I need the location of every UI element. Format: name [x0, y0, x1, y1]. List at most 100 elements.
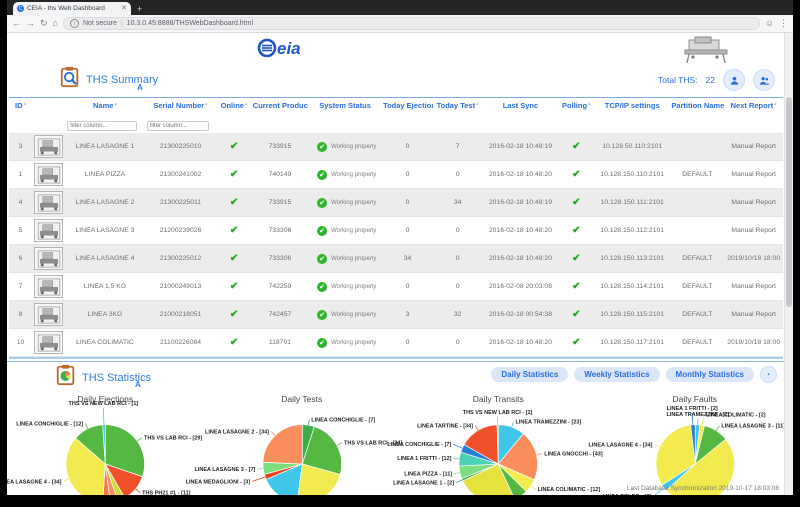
pie-label: THS VS LAB RCI - [29] — [144, 436, 203, 442]
status-ok-icon: ✔ — [317, 198, 327, 208]
sort-caret-icon[interactable]: ▴ — [774, 101, 777, 107]
pie-chart-daily-transits: Daily Transits LINEA TRAMEZZINI - [23]LI… — [400, 394, 597, 495]
col-polling[interactable]: Polling▴ — [559, 98, 594, 114]
browser-tab[interactable]: C CEIA - ths Web Dashboard ✕ — [13, 2, 131, 15]
ths-row[interactable]: 1LINEA PIZZA21300241002✔740149✔Working p… — [9, 161, 783, 189]
online-check-icon: ✔ — [230, 225, 238, 236]
cell-current-product: 742259 — [252, 273, 308, 301]
col-serial-number[interactable]: Serial Number▴ — [145, 98, 217, 114]
cell-today-test: 7 — [433, 133, 482, 161]
cell-next-report: 2019/10/18 18:00 — [724, 245, 783, 273]
col-next-report[interactable]: Next Report▴ — [724, 98, 783, 114]
cell-serial: 21300225012 — [145, 245, 217, 273]
person-icon — [729, 75, 740, 86]
chart-settings-button[interactable]: ▪ — [760, 366, 777, 383]
header-action-button-2[interactable] — [753, 69, 775, 91]
online-check-icon: ✔ — [230, 253, 238, 264]
cell-today-test: 0 — [433, 161, 482, 189]
pie-chart-daily-faults: Daily Faults LINEA TRAMEZZINI - [2]LINEA… — [597, 394, 794, 495]
col-current-product[interactable]: Current Product▴ — [252, 98, 308, 114]
tab-close-icon[interactable]: ✕ — [121, 5, 127, 12]
cell-photo — [32, 189, 65, 217]
pie-label: LINEA PIZZA - [11] — [404, 472, 452, 478]
cell-id: 4 — [9, 189, 32, 217]
cell-current-product: 733306 — [252, 245, 308, 273]
sort-caret-icon[interactable]: ▴ — [476, 101, 479, 107]
polling-check-icon: ✔ — [572, 253, 580, 264]
sort-caret-icon[interactable]: ▴ — [24, 101, 27, 107]
cell-partition: DEFAULT — [670, 273, 724, 301]
cell-current-product: 733915 — [252, 133, 308, 161]
sort-caret-icon[interactable]: ▴ — [114, 101, 117, 107]
cell-system-status: ✔Working properly — [308, 301, 382, 329]
col-today-test[interactable]: Today Test▴ — [433, 98, 482, 114]
profile-icon[interactable]: ☺ — [765, 19, 774, 28]
cell-name: LINEA LASAGNE 3 — [65, 217, 144, 245]
cell-partition — [670, 133, 724, 161]
label-leader-line — [85, 423, 88, 428]
browser-window: C CEIA - ths Web Dashboard ✕ + ← → ↻ ⌂ i… — [7, 0, 793, 495]
menu-dots-icon[interactable]: ⋮ — [779, 19, 788, 28]
ths-summary-title: THS Summary — [86, 74, 158, 86]
site-info-icon[interactable]: i — [70, 19, 79, 28]
machine-photo — [34, 163, 63, 186]
new-tab-button[interactable]: + — [137, 3, 142, 15]
cell-system-status: ✔Working properly — [308, 217, 382, 245]
statistics-sort-indicator[interactable]: A — [135, 380, 141, 389]
home-icon[interactable]: ⌂ — [53, 19, 58, 28]
pie-label: LINEA TARTINE - [34] — [417, 423, 473, 429]
label-leader-line — [63, 479, 68, 481]
cell-photo — [32, 161, 65, 189]
chart-title: Daily Tests — [204, 394, 401, 404]
page-scrollbar[interactable] — [784, 33, 793, 495]
cell-next-report: Manual Report — [724, 189, 783, 217]
machine-photo — [34, 219, 63, 242]
cell-photo — [32, 301, 65, 329]
pie-label: LINEA POLPO - [3] — [602, 494, 651, 495]
col-last-sync[interactable]: Last Sync — [482, 98, 558, 114]
cell-online: ✔ — [216, 273, 251, 301]
label-leader-line — [454, 472, 460, 473]
sort-caret-icon[interactable]: ▴ — [588, 101, 591, 107]
col-online[interactable]: Online▴ — [216, 98, 251, 114]
back-icon[interactable]: ← — [12, 19, 21, 28]
cell-last-sync: 2016-02-18 10:48:19 — [482, 189, 558, 217]
col-partition-name[interactable]: Partition Name▴ — [670, 98, 724, 114]
header-action-button-1[interactable] — [723, 69, 745, 91]
pie-label: LINEA LASAGNE 3 - [11] — [721, 424, 785, 430]
col-tcp-ip-settings[interactable]: TCP/IP settings — [594, 98, 670, 114]
weekly-statistics-button[interactable]: Weekly Statistics — [574, 367, 659, 382]
col-name[interactable]: Name▴ — [65, 98, 144, 114]
ths-row[interactable]: 5LINEA LASAGNE 321200239026✔733306✔Worki… — [9, 217, 783, 245]
ths-row[interactable]: 6LINEA LASAGNE 421300225012✔733306✔Worki… — [9, 245, 783, 273]
col-id[interactable]: ID▴ — [9, 98, 32, 114]
scrollbar-thumb[interactable] — [786, 97, 792, 307]
daily-statistics-button[interactable]: Daily Statistics — [491, 367, 568, 382]
cell-id: 5 — [9, 217, 32, 245]
svg-text:eia: eia — [277, 39, 301, 58]
ths-row[interactable]: 7LINEA 1,5 KG21000249013✔742259✔Working … — [9, 273, 783, 301]
monthly-statistics-button[interactable]: Monthly Statistics — [666, 367, 754, 382]
cell-serial: 21300225010 — [145, 133, 217, 161]
summary-sort-indicator[interactable]: A — [137, 83, 143, 92]
serial-filter-input[interactable] — [147, 121, 209, 131]
ths-row[interactable]: 8LINEA 3KG21000218051✔742457✔Working pro… — [9, 301, 783, 329]
reload-icon[interactable]: ↻ — [40, 19, 48, 28]
name-filter-input[interactable] — [67, 121, 136, 131]
forward-icon[interactable]: → — [26, 19, 35, 28]
status-ok-icon: ✔ — [317, 338, 327, 348]
url-text: 10.3.0.45:8888/THSWebDashboard.html — [127, 20, 253, 27]
cell-today-ejection: 0 — [382, 133, 433, 161]
cell-current-product: 733306 — [252, 217, 308, 245]
cell-polling: ✔ — [559, 217, 594, 245]
ths-row[interactable]: 4LINEA LASAGNE 221300225011✔733915✔Worki… — [9, 189, 783, 217]
ths-row[interactable]: 3LINEA LASAGNE 121300225010✔733915✔Worki… — [9, 133, 783, 161]
sort-caret-icon[interactable]: ▴ — [205, 101, 208, 107]
sort-caret-icon[interactable]: ▴ — [245, 101, 248, 107]
address-bar[interactable]: i Not secure | 10.3.0.45:8888/THSWebDash… — [63, 17, 760, 30]
online-check-icon: ✔ — [230, 337, 238, 348]
ths-row[interactable]: 10LINEA COLIMATIC21100226084✔118701✔Work… — [9, 329, 783, 357]
col-today-ejection[interactable]: Today Ejection▴ — [382, 98, 433, 114]
label-leader-line — [720, 494, 724, 495]
col-system-status[interactable]: System Status — [308, 98, 382, 114]
